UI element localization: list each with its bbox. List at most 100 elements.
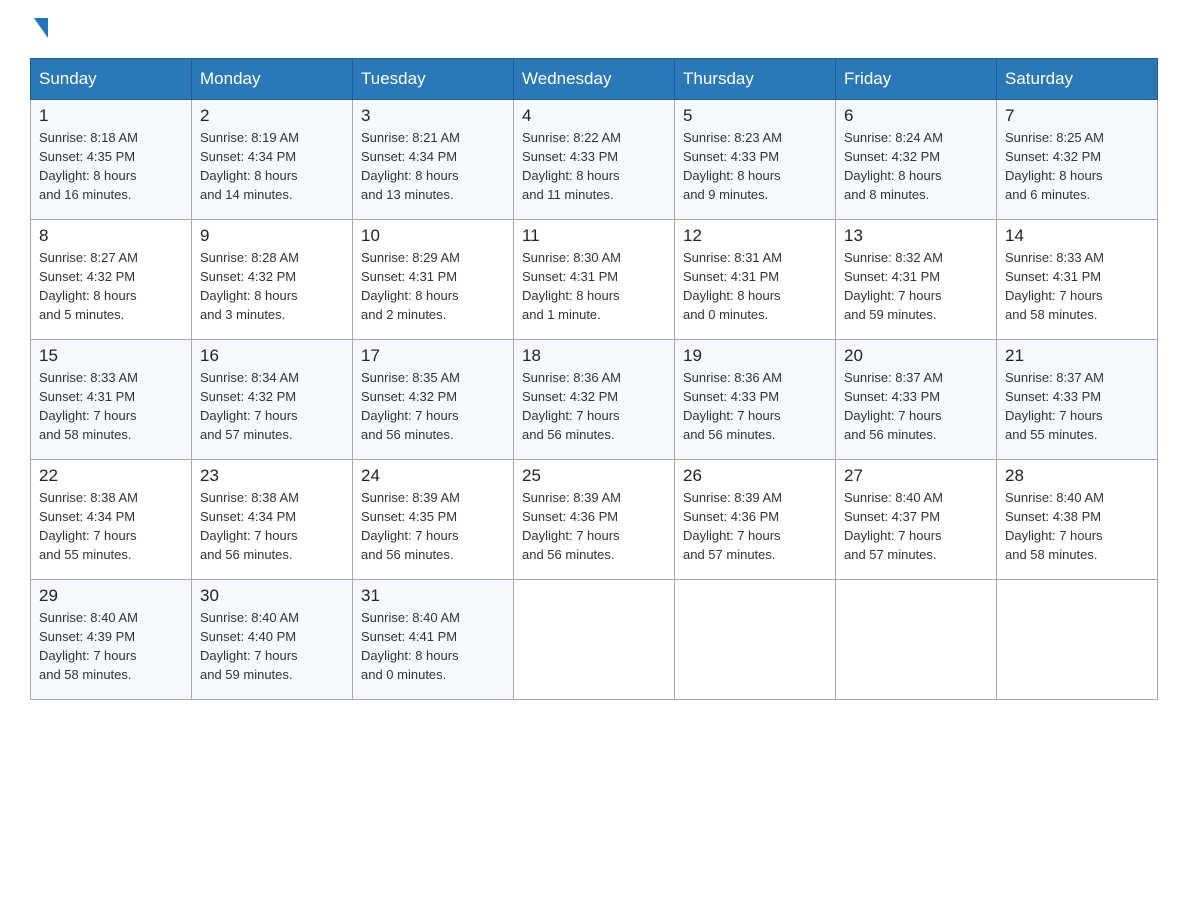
day-number: 31	[361, 586, 505, 606]
day-number: 17	[361, 346, 505, 366]
weekday-header-tuesday: Tuesday	[353, 59, 514, 100]
day-info: Sunrise: 8:40 AM Sunset: 4:39 PM Dayligh…	[39, 609, 183, 684]
weekday-header-row: SundayMondayTuesdayWednesdayThursdayFrid…	[31, 59, 1158, 100]
logo	[30, 20, 48, 38]
day-info: Sunrise: 8:19 AM Sunset: 4:34 PM Dayligh…	[200, 129, 344, 204]
calendar-cell	[836, 580, 997, 700]
calendar-cell: 19 Sunrise: 8:36 AM Sunset: 4:33 PM Dayl…	[675, 340, 836, 460]
calendar-cell	[675, 580, 836, 700]
calendar-week-row: 15 Sunrise: 8:33 AM Sunset: 4:31 PM Dayl…	[31, 340, 1158, 460]
day-number: 20	[844, 346, 988, 366]
day-number: 22	[39, 466, 183, 486]
calendar-header: SundayMondayTuesdayWednesdayThursdayFrid…	[31, 59, 1158, 100]
day-info: Sunrise: 8:22 AM Sunset: 4:33 PM Dayligh…	[522, 129, 666, 204]
weekday-header-sunday: Sunday	[31, 59, 192, 100]
day-number: 15	[39, 346, 183, 366]
logo-triangle-icon	[34, 18, 48, 38]
calendar-cell: 18 Sunrise: 8:36 AM Sunset: 4:32 PM Dayl…	[514, 340, 675, 460]
calendar-cell: 2 Sunrise: 8:19 AM Sunset: 4:34 PM Dayli…	[192, 100, 353, 220]
weekday-header-thursday: Thursday	[675, 59, 836, 100]
day-number: 3	[361, 106, 505, 126]
calendar-cell: 27 Sunrise: 8:40 AM Sunset: 4:37 PM Dayl…	[836, 460, 997, 580]
weekday-header-monday: Monday	[192, 59, 353, 100]
day-info: Sunrise: 8:36 AM Sunset: 4:32 PM Dayligh…	[522, 369, 666, 444]
calendar-cell: 11 Sunrise: 8:30 AM Sunset: 4:31 PM Dayl…	[514, 220, 675, 340]
calendar-cell: 6 Sunrise: 8:24 AM Sunset: 4:32 PM Dayli…	[836, 100, 997, 220]
calendar-week-row: 22 Sunrise: 8:38 AM Sunset: 4:34 PM Dayl…	[31, 460, 1158, 580]
day-number: 26	[683, 466, 827, 486]
day-info: Sunrise: 8:38 AM Sunset: 4:34 PM Dayligh…	[200, 489, 344, 564]
day-number: 24	[361, 466, 505, 486]
calendar-cell: 17 Sunrise: 8:35 AM Sunset: 4:32 PM Dayl…	[353, 340, 514, 460]
day-info: Sunrise: 8:18 AM Sunset: 4:35 PM Dayligh…	[39, 129, 183, 204]
calendar-cell: 30 Sunrise: 8:40 AM Sunset: 4:40 PM Dayl…	[192, 580, 353, 700]
calendar-week-row: 1 Sunrise: 8:18 AM Sunset: 4:35 PM Dayli…	[31, 100, 1158, 220]
calendar-week-row: 8 Sunrise: 8:27 AM Sunset: 4:32 PM Dayli…	[31, 220, 1158, 340]
calendar-cell: 10 Sunrise: 8:29 AM Sunset: 4:31 PM Dayl…	[353, 220, 514, 340]
day-info: Sunrise: 8:40 AM Sunset: 4:41 PM Dayligh…	[361, 609, 505, 684]
day-number: 28	[1005, 466, 1149, 486]
day-number: 27	[844, 466, 988, 486]
calendar-cell: 29 Sunrise: 8:40 AM Sunset: 4:39 PM Dayl…	[31, 580, 192, 700]
calendar-cell: 14 Sunrise: 8:33 AM Sunset: 4:31 PM Dayl…	[997, 220, 1158, 340]
day-info: Sunrise: 8:40 AM Sunset: 4:38 PM Dayligh…	[1005, 489, 1149, 564]
day-number: 21	[1005, 346, 1149, 366]
day-number: 16	[200, 346, 344, 366]
day-info: Sunrise: 8:25 AM Sunset: 4:32 PM Dayligh…	[1005, 129, 1149, 204]
calendar-cell: 16 Sunrise: 8:34 AM Sunset: 4:32 PM Dayl…	[192, 340, 353, 460]
calendar-cell: 20 Sunrise: 8:37 AM Sunset: 4:33 PM Dayl…	[836, 340, 997, 460]
day-info: Sunrise: 8:37 AM Sunset: 4:33 PM Dayligh…	[1005, 369, 1149, 444]
day-info: Sunrise: 8:40 AM Sunset: 4:37 PM Dayligh…	[844, 489, 988, 564]
day-info: Sunrise: 8:29 AM Sunset: 4:31 PM Dayligh…	[361, 249, 505, 324]
day-info: Sunrise: 8:30 AM Sunset: 4:31 PM Dayligh…	[522, 249, 666, 324]
day-info: Sunrise: 8:24 AM Sunset: 4:32 PM Dayligh…	[844, 129, 988, 204]
weekday-header-wednesday: Wednesday	[514, 59, 675, 100]
day-number: 2	[200, 106, 344, 126]
day-info: Sunrise: 8:39 AM Sunset: 4:36 PM Dayligh…	[522, 489, 666, 564]
day-info: Sunrise: 8:37 AM Sunset: 4:33 PM Dayligh…	[844, 369, 988, 444]
weekday-header-friday: Friday	[836, 59, 997, 100]
day-number: 5	[683, 106, 827, 126]
calendar-cell: 4 Sunrise: 8:22 AM Sunset: 4:33 PM Dayli…	[514, 100, 675, 220]
day-info: Sunrise: 8:32 AM Sunset: 4:31 PM Dayligh…	[844, 249, 988, 324]
calendar-cell: 31 Sunrise: 8:40 AM Sunset: 4:41 PM Dayl…	[353, 580, 514, 700]
day-number: 1	[39, 106, 183, 126]
day-info: Sunrise: 8:21 AM Sunset: 4:34 PM Dayligh…	[361, 129, 505, 204]
page-header	[30, 20, 1158, 38]
day-info: Sunrise: 8:36 AM Sunset: 4:33 PM Dayligh…	[683, 369, 827, 444]
day-number: 25	[522, 466, 666, 486]
calendar-cell: 15 Sunrise: 8:33 AM Sunset: 4:31 PM Dayl…	[31, 340, 192, 460]
day-info: Sunrise: 8:33 AM Sunset: 4:31 PM Dayligh…	[1005, 249, 1149, 324]
calendar-cell: 3 Sunrise: 8:21 AM Sunset: 4:34 PM Dayli…	[353, 100, 514, 220]
day-number: 10	[361, 226, 505, 246]
day-info: Sunrise: 8:40 AM Sunset: 4:40 PM Dayligh…	[200, 609, 344, 684]
day-number: 13	[844, 226, 988, 246]
day-number: 30	[200, 586, 344, 606]
day-info: Sunrise: 8:31 AM Sunset: 4:31 PM Dayligh…	[683, 249, 827, 324]
day-number: 14	[1005, 226, 1149, 246]
calendar-cell: 24 Sunrise: 8:39 AM Sunset: 4:35 PM Dayl…	[353, 460, 514, 580]
calendar-body: 1 Sunrise: 8:18 AM Sunset: 4:35 PM Dayli…	[31, 100, 1158, 700]
day-number: 29	[39, 586, 183, 606]
calendar-week-row: 29 Sunrise: 8:40 AM Sunset: 4:39 PM Dayl…	[31, 580, 1158, 700]
day-info: Sunrise: 8:33 AM Sunset: 4:31 PM Dayligh…	[39, 369, 183, 444]
calendar-table: SundayMondayTuesdayWednesdayThursdayFrid…	[30, 58, 1158, 700]
day-number: 19	[683, 346, 827, 366]
calendar-cell: 26 Sunrise: 8:39 AM Sunset: 4:36 PM Dayl…	[675, 460, 836, 580]
calendar-cell: 1 Sunrise: 8:18 AM Sunset: 4:35 PM Dayli…	[31, 100, 192, 220]
day-number: 4	[522, 106, 666, 126]
day-info: Sunrise: 8:28 AM Sunset: 4:32 PM Dayligh…	[200, 249, 344, 324]
day-number: 9	[200, 226, 344, 246]
day-number: 7	[1005, 106, 1149, 126]
calendar-cell	[997, 580, 1158, 700]
day-info: Sunrise: 8:34 AM Sunset: 4:32 PM Dayligh…	[200, 369, 344, 444]
calendar-cell: 25 Sunrise: 8:39 AM Sunset: 4:36 PM Dayl…	[514, 460, 675, 580]
calendar-cell: 13 Sunrise: 8:32 AM Sunset: 4:31 PM Dayl…	[836, 220, 997, 340]
calendar-cell: 28 Sunrise: 8:40 AM Sunset: 4:38 PM Dayl…	[997, 460, 1158, 580]
day-info: Sunrise: 8:39 AM Sunset: 4:36 PM Dayligh…	[683, 489, 827, 564]
calendar-cell: 22 Sunrise: 8:38 AM Sunset: 4:34 PM Dayl…	[31, 460, 192, 580]
calendar-cell: 9 Sunrise: 8:28 AM Sunset: 4:32 PM Dayli…	[192, 220, 353, 340]
day-info: Sunrise: 8:35 AM Sunset: 4:32 PM Dayligh…	[361, 369, 505, 444]
calendar-cell: 7 Sunrise: 8:25 AM Sunset: 4:32 PM Dayli…	[997, 100, 1158, 220]
day-info: Sunrise: 8:38 AM Sunset: 4:34 PM Dayligh…	[39, 489, 183, 564]
